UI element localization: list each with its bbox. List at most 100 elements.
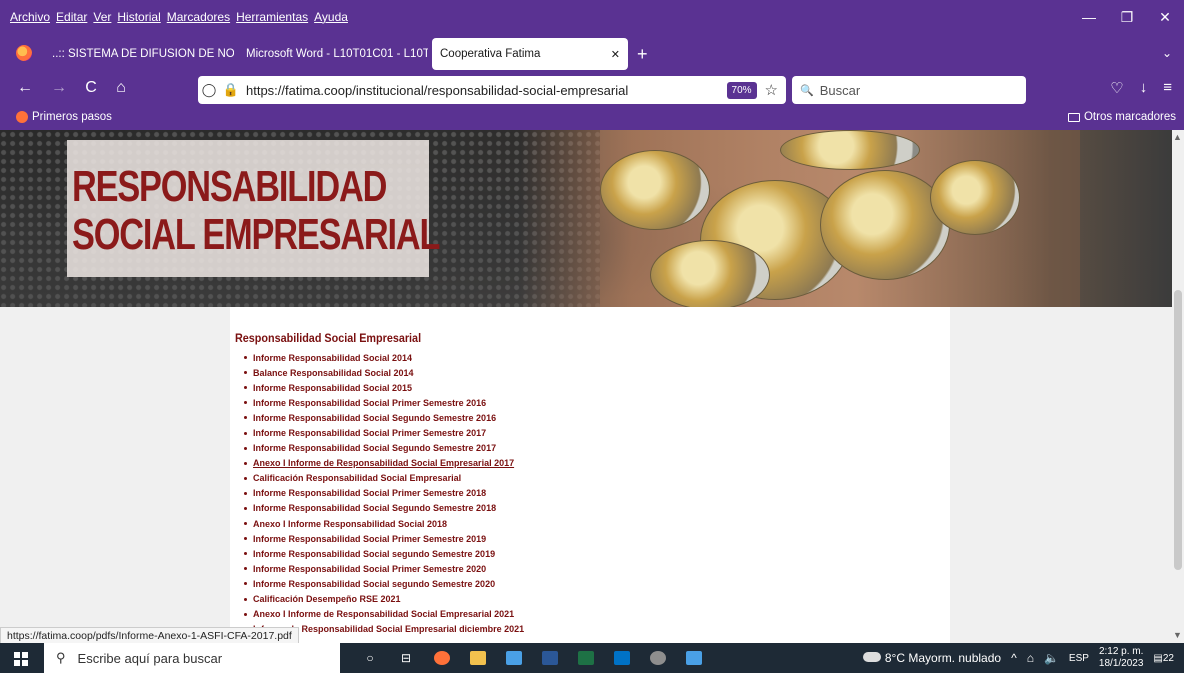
list-item[interactable]: Informe Responsabilidad Social Segundo S… bbox=[244, 441, 524, 456]
menu-ver[interactable]: Ver bbox=[93, 10, 111, 24]
close-window-button[interactable]: ✕ bbox=[1146, 0, 1184, 34]
menu-archivo[interactable]: Archivo bbox=[10, 10, 50, 24]
app-menu-icon[interactable]: ≡ bbox=[1163, 79, 1172, 97]
close-tab-icon[interactable]: ✕ bbox=[611, 48, 620, 61]
scrollbar-thumb[interactable] bbox=[1174, 290, 1182, 570]
notifications-icon[interactable]: ▤22 bbox=[1153, 653, 1174, 664]
bookmark-star-icon[interactable]: ☆ bbox=[765, 81, 778, 99]
outlook-icon[interactable] bbox=[604, 643, 640, 673]
bookmark-otros-marcadores[interactable]: Otros marcadores bbox=[1067, 111, 1176, 123]
list-tabs-chevron-icon[interactable]: ⌄ bbox=[1162, 46, 1172, 60]
scroll-down-icon[interactable]: ▼ bbox=[1173, 630, 1182, 640]
bullet-icon bbox=[244, 597, 247, 601]
paint-icon[interactable] bbox=[640, 643, 676, 673]
list-item[interactable]: Calificación Desempeño RSE 2021 bbox=[244, 592, 524, 607]
taskbar: ⚲ Escribe aquí para buscar ○ ⊟ 8°C Mayor… bbox=[0, 643, 1184, 673]
zoom-level-badge[interactable]: 70% bbox=[726, 81, 757, 99]
menu-ayuda[interactable]: Ayuda bbox=[314, 10, 348, 24]
list-item[interactable]: Balance Responsabilidad Social 2014 bbox=[244, 365, 524, 380]
bullet-icon bbox=[244, 401, 247, 405]
search-icon: 🔍 bbox=[800, 84, 814, 97]
page-scrollbar[interactable]: ▲ ▼ bbox=[1172, 130, 1184, 643]
cortana-icon[interactable]: ○ bbox=[352, 643, 388, 673]
language-indicator[interactable]: ESP bbox=[1069, 653, 1089, 664]
home-icon[interactable]: ⌂ bbox=[110, 79, 132, 97]
clock-date: 18/1/2023 bbox=[1098, 658, 1144, 669]
list-item[interactable]: Informe Responsabilidad Social 2014 bbox=[244, 350, 524, 365]
menu-herramientas[interactable]: Herramientas bbox=[236, 10, 308, 24]
banner-title-box: RESPONSABILIDAD SOCIAL EMPRESARIAL bbox=[67, 140, 440, 277]
download-icon[interactable]: ↓ bbox=[1140, 79, 1148, 97]
bullet-icon bbox=[244, 476, 247, 480]
menu-marcadores[interactable]: Marcadores bbox=[167, 10, 230, 24]
taskbar-search-input[interactable]: ⚲ Escribe aquí para buscar bbox=[44, 643, 340, 673]
network-app-icon[interactable] bbox=[676, 643, 712, 673]
list-item[interactable]: Informe Responsabilidad Social Segundo S… bbox=[244, 501, 524, 516]
banner-title-line2: SOCIAL EMPRESARIAL bbox=[72, 210, 440, 259]
tab-sistema-difusion[interactable]: ..:: SISTEMA DE DIFUSION DE NORM ✕ bbox=[44, 38, 234, 70]
network-icon[interactable]: ⌂ bbox=[1027, 651, 1034, 665]
menu-historial[interactable]: Historial bbox=[117, 10, 160, 24]
folder-icon bbox=[1067, 112, 1080, 122]
menu-editar[interactable]: Editar bbox=[56, 10, 87, 24]
scroll-up-icon[interactable]: ▲ bbox=[1173, 132, 1182, 142]
cloud-icon bbox=[862, 652, 881, 662]
list-item[interactable]: Informe Responsabilidad Social Primer Se… bbox=[244, 425, 524, 440]
bullet-icon bbox=[244, 356, 247, 360]
bullet-icon bbox=[244, 612, 247, 616]
bullet-icon bbox=[244, 446, 247, 450]
shield-icon[interactable]: ◯ bbox=[198, 82, 220, 98]
tab-microsoft-word[interactable]: Microsoft Word - L10T01C01 - L10T ✕ bbox=[238, 38, 428, 70]
firefox-view-icon[interactable] bbox=[16, 45, 32, 61]
list-item[interactable]: Anexo I Informe Responsabilidad Social 2… bbox=[244, 516, 524, 531]
tab-cooperativa-fatima[interactable]: Cooperativa Fatima ✕ bbox=[432, 38, 628, 70]
bullet-icon bbox=[244, 552, 247, 556]
pocket-icon[interactable]: ♡ bbox=[1110, 79, 1123, 97]
windows-start-icon[interactable] bbox=[14, 652, 28, 666]
url-text[interactable]: https://fatima.coop/institucional/respon… bbox=[246, 83, 727, 98]
bullet-icon bbox=[244, 416, 247, 420]
bullet-icon bbox=[244, 431, 247, 435]
list-item[interactable]: Informe Responsabilidad Social Primer Se… bbox=[244, 486, 524, 501]
bullet-icon bbox=[244, 386, 247, 390]
document-list: Informe Responsabilidad Social 2014 Bala… bbox=[244, 350, 524, 637]
list-item[interactable]: Informe Responsabilidad Social segundo S… bbox=[244, 546, 524, 561]
tray-chevron-icon[interactable]: ^ bbox=[1011, 651, 1017, 665]
coin-image bbox=[780, 130, 920, 170]
list-item[interactable]: Informe Responsabilidad Social 2015 bbox=[244, 380, 524, 395]
list-item[interactable]: Informe Responsabilidad Social Primer Se… bbox=[244, 395, 524, 410]
search-input[interactable]: 🔍 Buscar bbox=[792, 76, 1026, 104]
firefox-icon bbox=[16, 111, 28, 123]
list-item[interactable]: Informe Responsabilidad Social Primer Se… bbox=[244, 561, 524, 576]
bullet-icon bbox=[244, 522, 247, 526]
excel-icon[interactable] bbox=[568, 643, 604, 673]
file-explorer-icon[interactable] bbox=[460, 643, 496, 673]
minimize-button[interactable]: — bbox=[1070, 0, 1108, 34]
url-bar[interactable]: ◯ 🔒 https://fatima.coop/institucional/re… bbox=[198, 76, 786, 104]
list-item-hovered[interactable]: Anexo I Informe de Responsabilidad Socia… bbox=[244, 456, 524, 471]
list-item[interactable]: Informe Responsabilidad Social Segundo S… bbox=[244, 410, 524, 425]
back-arrow-icon[interactable]: ← bbox=[14, 79, 36, 97]
task-view-icon[interactable]: ⊟ bbox=[388, 643, 424, 673]
list-item[interactable]: Informe Responsabilidad Social segundo S… bbox=[244, 576, 524, 591]
coin-image bbox=[930, 160, 1020, 235]
bullet-icon bbox=[244, 506, 247, 510]
lock-icon[interactable]: 🔒 bbox=[220, 82, 242, 98]
reload-icon[interactable]: C bbox=[80, 79, 102, 97]
taskbar-search-placeholder: Escribe aquí para buscar bbox=[77, 650, 223, 666]
restore-button[interactable]: ❐ bbox=[1108, 0, 1146, 34]
firefox-taskbar-icon[interactable] bbox=[424, 643, 460, 673]
remote-desktop-icon[interactable] bbox=[496, 643, 532, 673]
weather-widget[interactable]: 8°C Mayorm. nublado bbox=[862, 651, 1001, 665]
bookmark-primeros-pasos[interactable]: Primeros pasos bbox=[16, 111, 112, 123]
list-item[interactable]: Informe Responsabilidad Social Primer Se… bbox=[244, 531, 524, 546]
banner-title-line1: RESPONSABILIDAD bbox=[72, 162, 387, 211]
word-icon[interactable] bbox=[532, 643, 568, 673]
volume-icon[interactable]: 🔈 bbox=[1044, 651, 1059, 665]
list-item[interactable]: Anexo I Informe de Responsabilidad Socia… bbox=[244, 607, 524, 622]
clock[interactable]: 2:12 p. m. 18/1/2023 bbox=[1099, 646, 1144, 670]
forward-arrow-icon[interactable]: → bbox=[48, 79, 70, 97]
list-item[interactable]: Calificación Responsabilidad Social Empr… bbox=[244, 471, 524, 486]
new-tab-button[interactable]: + bbox=[637, 44, 648, 65]
navigation-bar: ← → C ⌂ ◯ 🔒 https://fatima.coop/instituc… bbox=[0, 72, 1184, 108]
